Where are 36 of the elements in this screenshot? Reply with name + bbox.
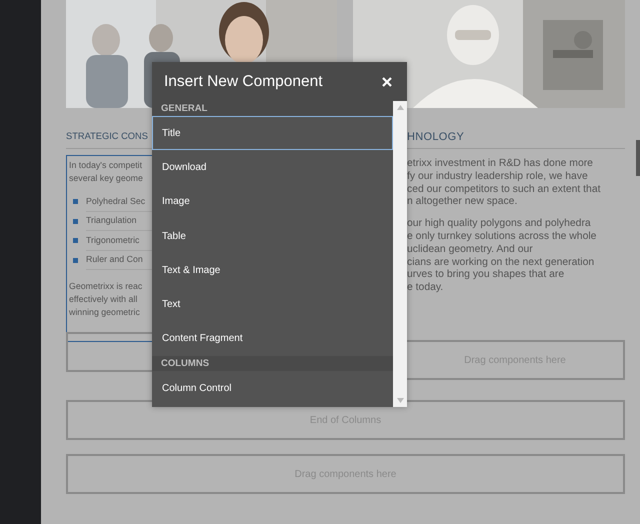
paragraph-line: e today. <box>407 282 444 295</box>
scroll-up-icon[interactable] <box>396 105 404 110</box>
paragraph-line: n altogether new space. <box>407 196 518 210</box>
component-item[interactable]: Download <box>152 150 393 185</box>
paragraph-line: uclidean geometry. And our <box>407 244 534 257</box>
paragraph-line: our high quality polygons and polyhedra <box>407 218 592 231</box>
paragraph-line: cians are working on the next generation <box>407 256 596 270</box>
component-item[interactable]: Table <box>152 218 393 254</box>
scroll-down-icon[interactable] <box>396 398 404 403</box>
scrollbar[interactable] <box>393 101 407 407</box>
section-heading: STRATEGIC CONS <box>66 131 149 143</box>
paragraph-line: etrixx investment in R&D has done more <box>407 158 594 171</box>
scrollbar[interactable] <box>636 140 640 176</box>
component-item[interactable]: Image <box>152 184 393 219</box>
group-header: GENERAL <box>152 101 393 116</box>
paragraph-line: several key geome <box>69 172 144 185</box>
component-item[interactable]: Title <box>152 116 393 150</box>
bullet-icon <box>73 258 78 263</box>
paragraph-line: ced our competitors to such an extent that <box>407 184 602 196</box>
section-heading: HNOLOGY <box>407 131 466 145</box>
paragraph-line: fy our industry leadership role, we have <box>407 170 589 184</box>
paragraph-line: In today's competit <box>69 159 144 172</box>
close-icon <box>382 76 392 86</box>
bullet-icon <box>73 238 78 244</box>
component-item[interactable]: Content Fragment <box>152 322 393 356</box>
dialog-title: Insert New Component <box>164 72 323 90</box>
paragraph-line: Geometrixx is reac <box>69 280 144 293</box>
paragraph-line: winning geometric <box>69 306 141 319</box>
paragraph-line: effectively with all <box>69 293 138 306</box>
component-item[interactable]: Text <box>152 287 393 322</box>
paragraph-line: e only turnkey solutions across the whole <box>407 230 598 244</box>
component-item[interactable]: Text & Image <box>152 253 393 288</box>
group-header: COLUMNS <box>152 356 393 372</box>
bullet-icon <box>73 218 78 224</box>
paragraph-line: urves to bring you shapes that are <box>407 269 566 282</box>
bullet-icon <box>73 199 78 204</box>
